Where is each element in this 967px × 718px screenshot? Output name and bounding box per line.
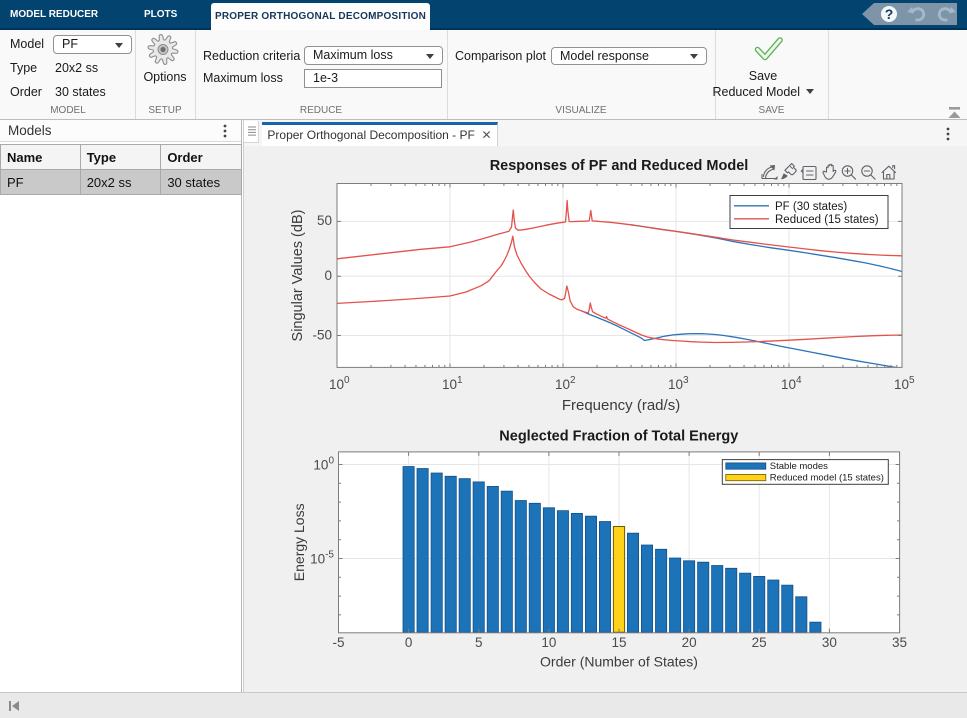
svg-text:5: 5	[475, 635, 483, 650]
svg-text:Singular Values (dB): Singular Values (dB)	[290, 210, 306, 342]
svg-text:Reduced model (15 states): Reduced model (15 states)	[770, 472, 884, 483]
svg-text:10: 10	[541, 635, 556, 650]
svg-text:PF (30 states): PF (30 states)	[775, 201, 847, 213]
svg-text:?: ?	[885, 6, 894, 22]
svg-text:Reduced (15 states): Reduced (15 states)	[775, 214, 879, 226]
svg-text:0: 0	[324, 268, 332, 283]
svg-text:Stable modes: Stable modes	[770, 461, 828, 472]
svg-text:Energy Loss: Energy Loss	[291, 503, 307, 581]
svg-text:Responses of PF and Reduced Mo: Responses of PF and Reduced Model	[490, 158, 749, 174]
svg-text:Neglected Fraction of Total En: Neglected Fraction of Total Energy	[499, 429, 738, 445]
svg-text:15: 15	[611, 635, 626, 650]
svg-text:25: 25	[752, 635, 767, 650]
svg-text:Frequency (rad/s): Frequency (rad/s)	[562, 397, 680, 414]
svg-text:-5: -5	[332, 635, 344, 650]
svg-text:Order (Number of States): Order (Number of States)	[540, 654, 698, 670]
svg-text:20: 20	[682, 635, 697, 650]
svg-text:30: 30	[822, 635, 837, 650]
svg-text:-50: -50	[312, 327, 332, 342]
svg-text:0: 0	[405, 635, 413, 650]
svg-text:50: 50	[317, 213, 332, 228]
svg-text:35: 35	[892, 635, 907, 650]
